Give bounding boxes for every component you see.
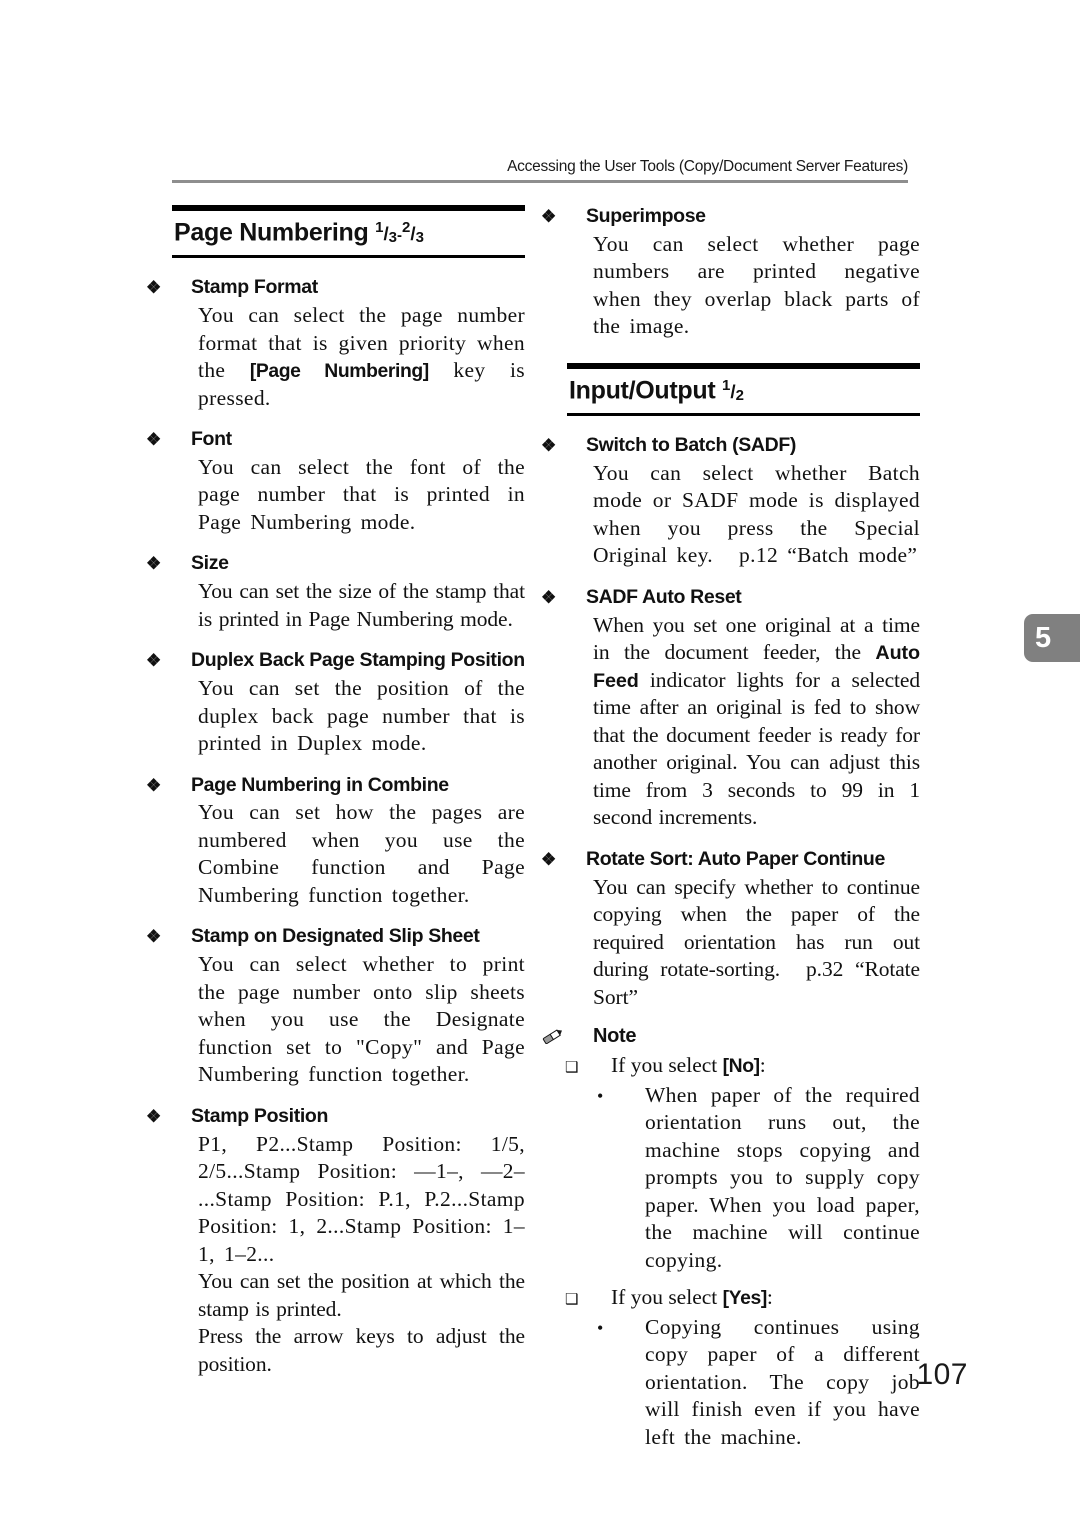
entry-title-text: Size (191, 552, 229, 575)
section-title-text: Page Numbering (174, 218, 376, 247)
entry-title: ❖ Page Numbering in Combine (146, 773, 525, 798)
square-bullet-icon: ❑ (565, 1060, 579, 1077)
chapter-tab: 5 (1024, 614, 1080, 662)
note-bullet-text: When paper of the required orientation r… (645, 1082, 920, 1272)
diamond-bullet-icon: ❖ (146, 927, 161, 947)
entry-font: ❖ Font You can select the font of the pag… (146, 428, 525, 536)
entry-body: You can select the font of the page numb… (198, 454, 525, 534)
entry-stamp-format: ❖ Stamp Format You can select the page nu… (146, 276, 526, 412)
note-item-no: ❑ If you select [No]: (565, 1053, 766, 1078)
entry-title: ❖ Stamp Position (146, 1104, 525, 1129)
section-heading-input-output: Input/Output 1/2 (567, 362, 920, 417)
note-heading: Note (542, 1025, 920, 1048)
entry-body: You can select whether page numbers are … (593, 231, 920, 339)
entry-title: ❖ SADF Auto Reset (541, 585, 920, 610)
entry-title: ❖ Stamp on Designated Slip Sheet (146, 925, 525, 949)
manual-page: Accessing the User Tools (Copy/Document … (0, 0, 1080, 1528)
entry-stamp-on-designated-slip-sheet: ❖ Stamp on Designated Slip Sheet You can … (146, 925, 525, 1088)
square-bullet-icon: ❑ (565, 1292, 579, 1309)
note-bullet: • When paper of the required orientation … (567, 1082, 920, 1275)
diamond-bullet-icon: ❖ (541, 207, 556, 226)
section-title-fraction: 1/3-2/3 (375, 219, 424, 247)
diamond-bullet-icon: ❖ (541, 849, 556, 869)
entry-title-text: Stamp Format (191, 276, 318, 299)
entry-title-text: Duplex Back Page Stamping Position (191, 649, 525, 672)
entry-body: You can select whether Batch mode or SAD… (593, 460, 920, 568)
entry-body: You can set how the pages are numbered w… (198, 800, 525, 907)
entry-title: ❖ Rotate Sort: Auto Paper Continue (541, 847, 920, 872)
entry-body: You can set the position of the duplex b… (198, 676, 525, 756)
section-title-text: Input/Output (569, 376, 722, 405)
entry-title: ❖ Stamp Format (146, 276, 525, 300)
entry-title: ❖ Font (146, 428, 525, 452)
diamond-bullet-icon: ❖ (146, 430, 161, 450)
entry-rotate-sort-auto-paper-continue: ❖ Rotate Sort: Auto Paper Continue You ca… (541, 847, 920, 1011)
entry-title-text: Font (191, 428, 232, 451)
entry-body: When you set one original at a time in t… (593, 612, 920, 830)
section-title-fraction: 1/2 (722, 376, 744, 404)
dot-bullet-icon: • (597, 1085, 604, 1106)
section-title: Input/Output 1/2 (567, 369, 920, 413)
entry-size: ❖ Size You can set the size of the stamp … (146, 552, 525, 633)
entry-title: ❖ Duplex Back Page Stamping Position (146, 649, 525, 673)
keycap-yes: [Yes] (722, 1287, 768, 1310)
entry-title-text: Stamp Position (191, 1104, 329, 1127)
diamond-bullet-icon: ❖ (541, 436, 556, 456)
entry-superimpose: ❖ Superimpose You can select whether page… (541, 205, 920, 341)
entry-stamp-position: ❖ Stamp Position P1, P2...Stamp Position:… (146, 1104, 525, 1378)
heading-rule-bottom (172, 255, 525, 259)
entry-title-text: Stamp on Designated Slip Sheet (191, 925, 480, 948)
dot-bullet-icon: • (597, 1317, 604, 1338)
section-heading-page-numbering: Page Numbering 1/3-2/3 (172, 205, 525, 259)
entry-body-positions: P1, P2...Stamp Position: 1/5, 2/5...Stam… (198, 1131, 525, 1266)
diamond-bullet-icon: ❖ (146, 1106, 161, 1126)
pencil-icon (542, 1027, 591, 1045)
entry-body: You can select whether to print the page… (198, 952, 525, 1087)
entry-title-text: Page Numbering in Combine (191, 773, 449, 796)
entry-title-text: Superimpose (586, 205, 706, 227)
page-number: 107 (916, 1358, 968, 1391)
diamond-bullet-icon: ❖ (146, 278, 161, 298)
entry-title-text: SADF Auto Reset (586, 585, 742, 608)
diamond-bullet-icon: ❖ (541, 587, 556, 607)
note-heading-text: Note (593, 1025, 637, 1048)
entry-switch-to-batch-sadf: ❖ Switch to Batch (SADF) You can select w… (541, 434, 920, 570)
entry-title: ❖ Superimpose (541, 205, 920, 229)
cross-reference: p.12 “Batch mode” (739, 543, 918, 568)
entry-duplex-back-page-stamping-position: ❖ Duplex Back Page Stamping Position You … (146, 649, 525, 757)
entry-body: You can specify whether to continue copy… (593, 874, 920, 1009)
running-header: Accessing the User Tools (Copy/Document … (507, 158, 908, 175)
diamond-bullet-icon: ❖ (146, 554, 161, 574)
keycap-no: [No] (722, 1055, 760, 1078)
entry-title: ❖ Switch to Batch (SADF) (541, 434, 920, 458)
right-column: ❖ Superimpose You can select whether page… (541, 205, 920, 1461)
section-title: Page Numbering 1/3-2/3 (172, 211, 525, 255)
entry-body: You can set the size of the stamp that i… (198, 579, 525, 631)
keycap-page-numbering: [Page Numbering] (249, 360, 429, 383)
heading-rule-bottom (567, 413, 920, 417)
diamond-bullet-icon: ❖ (146, 651, 161, 671)
header-rule (172, 180, 908, 183)
entry-body-set-position: You can set the position at which the st… (198, 1269, 525, 1321)
entry-page-numbering-in-combine: ❖ Page Numbering in Combine You can set h… (146, 773, 525, 910)
entry-title-text: Rotate Sort: Auto Paper Continue (586, 847, 885, 870)
diamond-bullet-icon: ❖ (146, 775, 161, 795)
left-column: Page Numbering 1/3-2/3 ❖ Stamp Format You… (146, 205, 526, 1382)
entry-title: ❖ Size (146, 552, 525, 576)
entry-body: You can select the page number format th… (198, 303, 526, 410)
note-item-yes: ❑ If you select [Yes]: (565, 1285, 773, 1310)
entry-title-text: Switch to Batch (SADF) (586, 434, 797, 457)
entry-sadf-auto-reset: ❖ SADF Auto Reset When you set one origin… (541, 585, 920, 832)
